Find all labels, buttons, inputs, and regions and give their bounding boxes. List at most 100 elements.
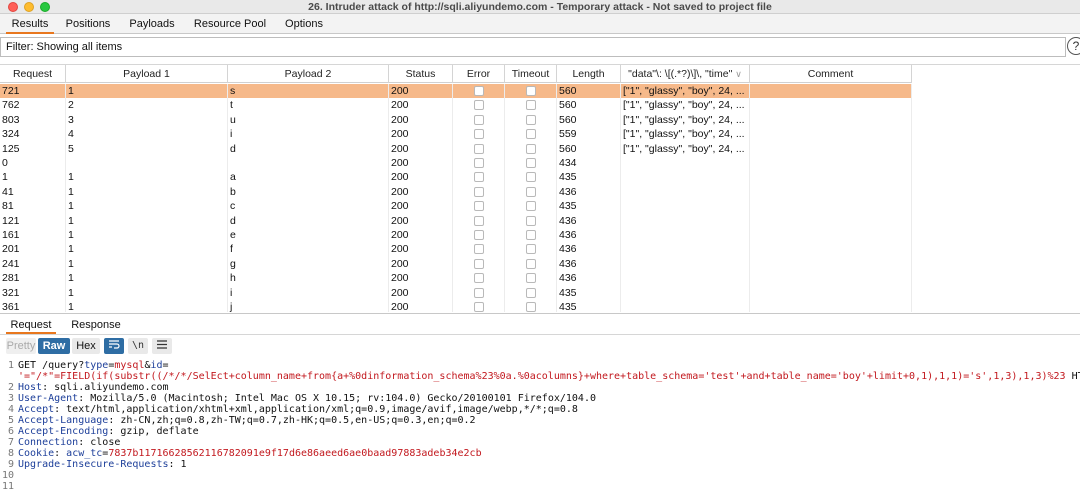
timeout-checkbox[interactable] <box>526 172 536 183</box>
code-token: type <box>84 360 109 371</box>
error-checkbox[interactable] <box>474 186 484 197</box>
raw-button[interactable]: Raw <box>38 338 70 354</box>
cell-request: 121 <box>0 213 66 228</box>
timeout-checkbox[interactable] <box>526 86 536 96</box>
tab-payloads[interactable]: Payloads <box>126 14 178 34</box>
table-row[interactable]: 361 1 j 200 435 <box>0 300 912 312</box>
error-checkbox[interactable] <box>474 158 484 168</box>
col-error[interactable]: Error <box>453 65 505 83</box>
cell-grep-extract <box>621 242 750 257</box>
error-checkbox[interactable] <box>474 114 484 125</box>
error-checkbox[interactable] <box>474 273 484 284</box>
table-row[interactable]: 1 1 a 200 435 <box>0 170 912 185</box>
cell-length: 436 <box>557 213 621 228</box>
timeout-checkbox[interactable] <box>526 201 536 212</box>
timeout-checkbox[interactable] <box>526 287 536 298</box>
show-newlines-button[interactable]: \n <box>128 338 148 354</box>
pretty-button[interactable]: Pretty <box>6 338 36 354</box>
table-row[interactable]: 121 1 d 200 436 <box>0 213 912 228</box>
col-status[interactable]: Status <box>389 65 453 83</box>
error-checkbox[interactable] <box>474 86 484 96</box>
col-timeout[interactable]: Timeout <box>505 65 557 83</box>
table-row[interactable]: 321 1 i 200 435 <box>0 285 912 300</box>
table-row[interactable]: 161 1 e 200 436 <box>0 228 912 243</box>
tab-request[interactable]: Request <box>6 317 56 334</box>
col-comment[interactable]: Comment <box>750 65 912 83</box>
error-checkbox[interactable] <box>474 230 484 240</box>
table-row[interactable]: 762 2 t 200 560 ["1", "glassy", "boy", 24, ..… <box>0 98 912 113</box>
timeout-checkbox[interactable] <box>526 258 536 269</box>
help-icon[interactable]: ? <box>1067 37 1080 55</box>
timeout-checkbox[interactable] <box>526 158 536 168</box>
editor-line: 11 <box>0 481 1080 492</box>
timeout-checkbox[interactable] <box>526 302 536 312</box>
cell-length: 436 <box>557 184 621 200</box>
col-length[interactable]: Length <box>557 65 621 83</box>
table-row[interactable]: 81 1 c 200 435 <box>0 199 912 214</box>
hex-button[interactable]: Hex <box>72 338 100 354</box>
cell-error <box>453 300 505 312</box>
cell-comment <box>750 141 912 156</box>
code-token: = <box>162 360 169 371</box>
close-window-icon[interactable] <box>8 2 18 12</box>
error-checkbox[interactable] <box>474 201 484 212</box>
error-checkbox[interactable] <box>474 258 484 269</box>
request-editor[interactable]: 1 GET /query?type=mysql&id= '="/*"=FIELD(i… <box>0 357 1080 498</box>
error-checkbox[interactable] <box>474 215 484 226</box>
table-row[interactable]: 125 5 d 200 560 ["1", "glassy", "boy", 24, ..… <box>0 141 912 156</box>
editor-line: 5 Accept-Language: zh-CN,zh;q=0.8,zh-TW;q… <box>0 415 1080 426</box>
cell-payload-1: 3 <box>66 112 228 128</box>
tab-options[interactable]: Options <box>282 14 326 34</box>
timeout-checkbox[interactable] <box>526 143 536 154</box>
cell-status: 200 <box>389 156 453 171</box>
timeout-checkbox[interactable] <box>526 114 536 125</box>
cell-error <box>453 84 505 99</box>
tab-response[interactable]: Response <box>70 317 122 334</box>
table-row[interactable]: 721 1 s 200 560 ["1", "glassy", "boy", 24, ..… <box>0 84 912 99</box>
timeout-checkbox[interactable] <box>526 186 536 197</box>
zoom-window-icon[interactable] <box>40 2 50 12</box>
minimize-window-icon[interactable] <box>24 2 34 12</box>
cell-payload-1: 1 <box>66 199 228 214</box>
cell-grep-extract <box>621 170 750 185</box>
word-wrap-icon[interactable] <box>104 338 124 354</box>
timeout-checkbox[interactable] <box>526 129 536 140</box>
error-checkbox[interactable] <box>474 287 484 298</box>
table-row[interactable]: 201 1 f 200 436 <box>0 242 912 257</box>
cell-payload-1: 1 <box>66 300 228 312</box>
error-checkbox[interactable] <box>474 129 484 140</box>
error-checkbox[interactable] <box>474 143 484 154</box>
cell-error <box>453 127 505 142</box>
tab-resource-pool[interactable]: Resource Pool <box>192 14 268 34</box>
menu-icon[interactable] <box>152 338 172 354</box>
error-checkbox[interactable] <box>474 100 484 111</box>
table-row[interactable]: 0 200 434 <box>0 156 912 171</box>
filter-bar[interactable]: Filter: Showing all items <box>0 37 1066 57</box>
title-bar: 26. Intruder attack of http://sqli.aliyu… <box>0 0 1080 14</box>
timeout-checkbox[interactable] <box>526 230 536 240</box>
table-row[interactable]: 324 4 i 200 559 ["1", "glassy", "boy", 24, ..… <box>0 127 912 142</box>
table-row[interactable]: 41 1 b 200 436 <box>0 184 912 200</box>
col-request[interactable]: Request <box>0 65 66 83</box>
col-payload-1[interactable]: Payload 1 <box>66 65 228 83</box>
cell-payload-2: a <box>228 170 389 185</box>
error-checkbox[interactable] <box>474 244 484 255</box>
col-payload-2[interactable]: Payload 2 <box>228 65 389 83</box>
tab-positions[interactable]: Positions <box>62 14 114 34</box>
cell-payload-2: e <box>228 228 389 243</box>
error-checkbox[interactable] <box>474 302 484 312</box>
cell-error <box>453 213 505 228</box>
timeout-checkbox[interactable] <box>526 244 536 255</box>
timeout-checkbox[interactable] <box>526 273 536 284</box>
tab-results[interactable]: Results <box>6 14 54 34</box>
table-row[interactable]: 803 3 u 200 560 ["1", "glassy", "boy", 24, ..… <box>0 112 912 128</box>
cell-comment <box>750 127 912 142</box>
error-checkbox[interactable] <box>474 172 484 183</box>
col-grep-extract[interactable]: "data"\: \[(.*?)\]\, "time" ∨ <box>621 65 750 83</box>
cell-timeout <box>505 98 557 113</box>
table-row[interactable]: 281 1 h 200 436 <box>0 271 912 286</box>
timeout-checkbox[interactable] <box>526 100 536 111</box>
timeout-checkbox[interactable] <box>526 215 536 226</box>
table-row[interactable]: 241 1 g 200 436 <box>0 256 912 272</box>
cell-status: 200 <box>389 285 453 300</box>
